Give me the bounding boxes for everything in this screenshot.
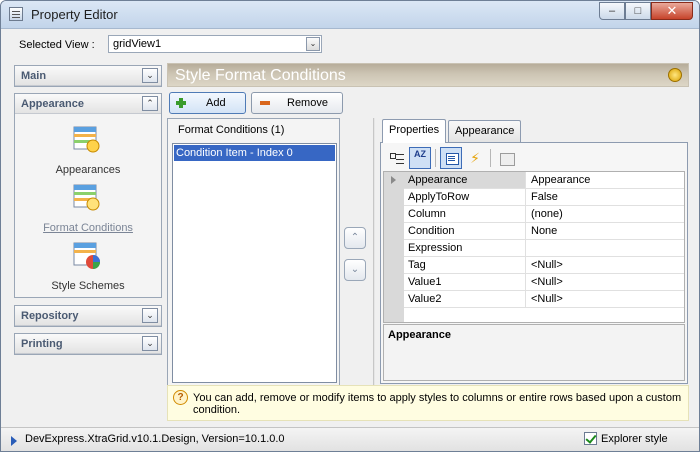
- property-value[interactable]: <Null>: [527, 291, 684, 307]
- property-value[interactable]: Appearance: [527, 172, 684, 188]
- explorer-style-checkbox[interactable]: [584, 432, 597, 445]
- format-conditions-panel: Format Conditions (1) Condition Item - I…: [167, 118, 340, 386]
- play-arrow-icon: [11, 436, 17, 446]
- property-name: Value1: [404, 274, 526, 290]
- move-down-button[interactable]: ⌄: [344, 259, 366, 281]
- property-value[interactable]: [527, 240, 684, 256]
- table-row[interactable]: Expression: [404, 240, 684, 257]
- caption-buttons: – □ ✕: [599, 2, 693, 20]
- add-button-label: Add: [206, 97, 226, 109]
- list-item[interactable]: Condition Item - Index 0: [174, 145, 335, 161]
- remove-button-label: Remove: [287, 97, 328, 109]
- table-row[interactable]: ApplyToRow False: [404, 189, 684, 206]
- property-description-title: Appearance: [388, 329, 451, 341]
- properties-view-icon[interactable]: [440, 147, 462, 169]
- panel-title: Style Format Conditions: [175, 67, 346, 84]
- table-row[interactable]: Column (none): [404, 206, 684, 223]
- info-text: You can add, remove or modify items to a…: [193, 392, 682, 416]
- categorized-icon[interactable]: [385, 147, 407, 169]
- tab-properties[interactable]: Properties: [382, 119, 447, 143]
- nav-group-appearance-header[interactable]: Appearance ⌃: [15, 94, 161, 114]
- table-row[interactable]: Tag <Null>: [404, 257, 684, 274]
- property-editor-window: Property Editor – □ ✕ Selected View : gr…: [0, 0, 700, 452]
- property-value[interactable]: None: [527, 223, 684, 239]
- properties-panel: AZ ⚡ Appearance Appearance ApplyToRow Fa…: [380, 142, 688, 384]
- property-pages-icon[interactable]: [495, 147, 517, 169]
- alphabetical-sort-icon[interactable]: AZ: [409, 147, 431, 169]
- chevron-up-icon[interactable]: ⌃: [142, 96, 158, 111]
- nav-group-repository-header[interactable]: Repository ⌄: [15, 306, 161, 326]
- property-name: Expression: [404, 240, 526, 256]
- nav-group-main[interactable]: Main ⌄: [14, 65, 162, 87]
- table-row[interactable]: Value1 <Null>: [404, 274, 684, 291]
- property-description: Appearance: [383, 324, 685, 381]
- nav-item-format-conditions[interactable]: Format Conditions: [15, 222, 161, 234]
- events-icon[interactable]: ⚡: [464, 147, 486, 169]
- bulb-icon: [668, 68, 682, 82]
- property-grid[interactable]: Appearance Appearance ApplyToRow False C…: [383, 171, 685, 323]
- property-value[interactable]: (none): [527, 206, 684, 222]
- table-row[interactable]: Appearance Appearance: [404, 172, 684, 189]
- chevron-down-icon[interactable]: ⌄: [142, 308, 158, 323]
- nav-group-appearance-label: Appearance: [21, 98, 84, 110]
- expand-arrow-icon[interactable]: [391, 176, 396, 184]
- selected-view-dropdown-button[interactable]: ⌄: [306, 37, 320, 51]
- property-grid-toolbar: AZ ⚡: [385, 147, 519, 169]
- toolbar-separator: [435, 149, 436, 167]
- format-conditions-list[interactable]: Condition Item - Index 0: [172, 143, 337, 383]
- nav-group-repository[interactable]: Repository ⌄: [14, 305, 162, 327]
- chevron-down-icon[interactable]: ⌄: [142, 336, 158, 351]
- property-name: Condition: [404, 223, 526, 239]
- add-button[interactable]: Add: [169, 92, 246, 114]
- style-schemes-icon[interactable]: [71, 240, 103, 272]
- nav-group-repository-label: Repository: [21, 310, 79, 322]
- toolbar-separator: [490, 149, 491, 167]
- splitter[interactable]: [373, 118, 375, 386]
- chevron-down-icon[interactable]: ⌄: [142, 68, 158, 83]
- property-value[interactable]: <Null>: [527, 274, 684, 290]
- remove-button[interactable]: Remove: [251, 92, 343, 114]
- maximize-button[interactable]: □: [625, 2, 651, 20]
- explorer-style-label[interactable]: Explorer style: [601, 433, 668, 445]
- property-name: Tag: [404, 257, 526, 273]
- version-text: DevExpress.XtraGrid.v10.1.Design, Versio…: [25, 433, 285, 445]
- table-row[interactable]: Condition None: [404, 223, 684, 240]
- nav-group-printing[interactable]: Printing ⌄: [14, 333, 162, 355]
- property-name: Value2: [404, 291, 526, 307]
- format-conditions-icon[interactable]: [71, 182, 103, 214]
- status-bar: DevExpress.XtraGrid.v10.1.Design, Versio…: [1, 427, 699, 451]
- nav-item-style-schemes[interactable]: Style Schemes: [15, 280, 161, 292]
- move-up-button[interactable]: ⌃: [344, 227, 366, 249]
- minimize-button[interactable]: –: [599, 2, 625, 20]
- nav-group-main-label: Main: [21, 70, 47, 82]
- format-conditions-header: Format Conditions (1): [178, 124, 285, 136]
- window-app-icon: [9, 7, 23, 21]
- info-bar: ? You can add, remove or modify items to…: [167, 385, 689, 421]
- property-name: Appearance: [404, 172, 526, 188]
- close-button[interactable]: ✕: [651, 2, 693, 20]
- nav-group-printing-header[interactable]: Printing ⌄: [15, 334, 161, 354]
- table-row[interactable]: Value2 <Null>: [404, 291, 684, 308]
- nav-group-main-header[interactable]: Main ⌄: [15, 66, 161, 86]
- selected-view-value: gridView1: [113, 38, 162, 50]
- property-value[interactable]: False: [527, 189, 684, 205]
- nav-item-appearances[interactable]: Appearances: [15, 164, 161, 176]
- nav-group-printing-label: Printing: [21, 338, 63, 350]
- property-value[interactable]: <Null>: [527, 257, 684, 273]
- question-icon: ?: [173, 390, 188, 405]
- tab-appearance[interactable]: Appearance: [448, 120, 522, 142]
- appearances-icon[interactable]: [71, 124, 103, 156]
- property-name: Column: [404, 206, 526, 222]
- nav-group-appearance: Appearance ⌃ Appearances Format Conditio…: [14, 93, 162, 298]
- selected-view-combo[interactable]: gridView1 ⌄: [108, 35, 322, 53]
- plus-icon: [176, 98, 186, 108]
- window-title: Property Editor: [31, 7, 118, 22]
- grid-gutter: [384, 172, 404, 322]
- minus-icon: [260, 101, 270, 105]
- panel-header: Style Format Conditions: [167, 63, 689, 87]
- property-name: ApplyToRow: [404, 189, 526, 205]
- title-bar: Property Editor – □ ✕: [1, 1, 699, 29]
- selected-view-label: Selected View :: [19, 39, 95, 51]
